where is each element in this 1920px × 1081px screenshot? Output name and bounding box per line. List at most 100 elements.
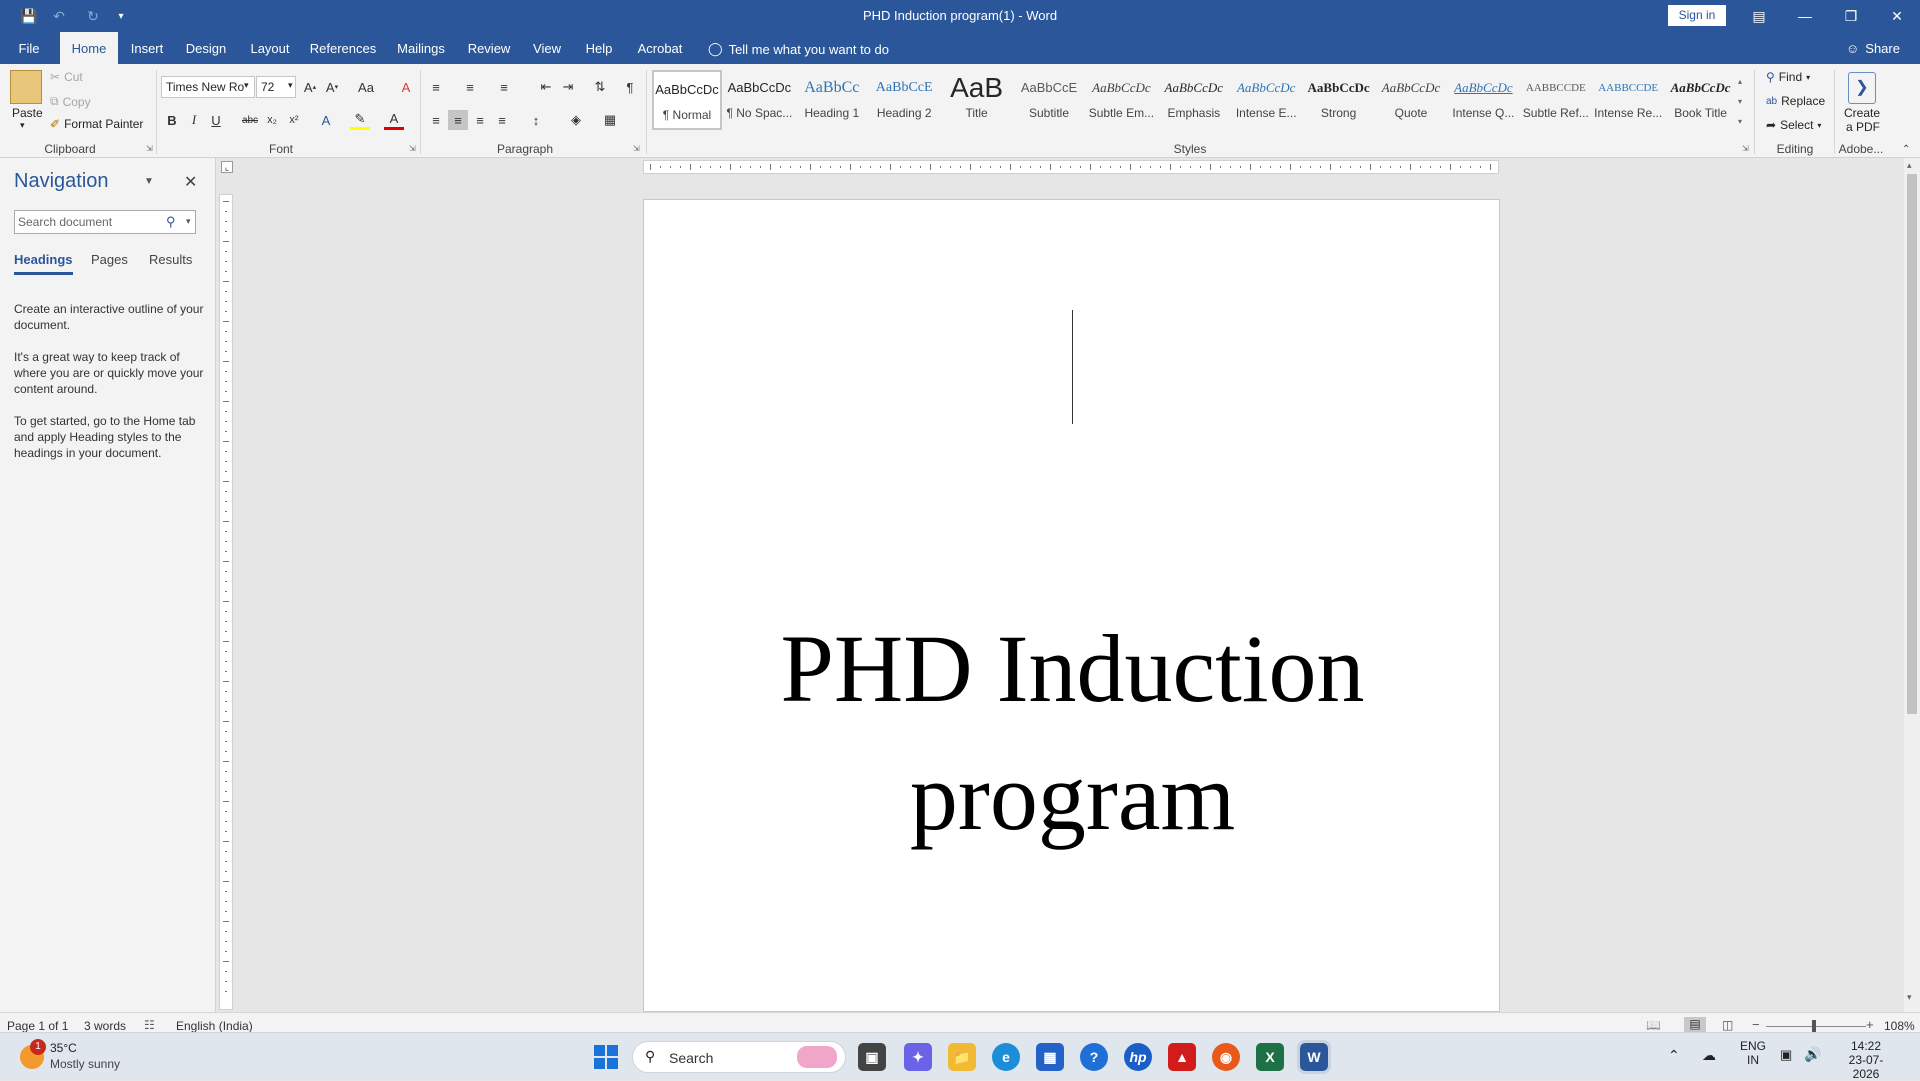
styles-scroll[interactable]: ▴ ▾ ▾ [1734, 72, 1746, 132]
style-heading-2[interactable]: AaBbCcE Heading 2 [869, 70, 939, 130]
subscript-icon[interactable]: x₂ [262, 110, 282, 130]
collapse-ribbon-icon[interactable]: ⌃ [1902, 144, 1910, 155]
style-subtitle[interactable]: AaBbCcE Subtitle [1014, 70, 1084, 130]
hp-icon[interactable]: hp [1124, 1043, 1152, 1071]
create-pdf-icon[interactable]: ❯ [1848, 72, 1876, 104]
paste-dropdown-icon[interactable]: ▾ [20, 120, 25, 131]
decrease-indent-icon[interactable]: ⇤ [536, 77, 556, 97]
superscript-icon[interactable]: x² [284, 110, 304, 130]
justify-icon[interactable]: ≡ [492, 110, 512, 130]
bold-icon[interactable]: B [162, 110, 182, 130]
acrobat-icon[interactable]: ▲ [1168, 1043, 1196, 1071]
task-view-icon[interactable]: ▣ [858, 1043, 886, 1071]
tab-headings[interactable]: Headings [14, 252, 73, 275]
style-strong[interactable]: AaBbCcDc Strong [1304, 70, 1374, 130]
change-case-button[interactable]: Aa [352, 77, 380, 97]
zoom-level[interactable]: 108% [1884, 1019, 1915, 1033]
style-no-spac[interactable]: AaBbCcDc ¶ No Spac... [724, 70, 794, 130]
show-formatting-marks-icon[interactable]: ¶ [620, 77, 640, 97]
italic-icon[interactable]: I [184, 110, 204, 130]
borders-icon[interactable]: ▦ [600, 110, 620, 130]
weather-desc[interactable]: Mostly sunny [50, 1057, 120, 1071]
web-layout-icon[interactable]: ◫ [1722, 1018, 1733, 1032]
vertical-scrollbar[interactable]: ▴ ▾ [1904, 158, 1920, 1012]
document-heading[interactable]: PHD Induction program [644, 605, 1501, 861]
tab-pages[interactable]: Pages [91, 252, 128, 267]
style-heading-1[interactable]: AaBbCc Heading 1 [797, 70, 867, 130]
share-button[interactable]: ☺ Share [1846, 41, 1900, 56]
align-right-icon[interactable]: ≡ [470, 110, 490, 130]
underline-icon[interactable]: U [206, 110, 226, 130]
clipboard-launcher-icon[interactable]: ⇲ [146, 144, 153, 153]
search-icon[interactable]: ⚲ [166, 214, 176, 230]
windows-start-icon[interactable] [594, 1045, 618, 1069]
tab-references[interactable]: References [308, 32, 378, 64]
weather-temp[interactable]: 35°C [50, 1041, 77, 1055]
firefox-icon[interactable]: ◉ [1212, 1043, 1240, 1071]
style-emphasis[interactable]: AaBbCcDc Emphasis [1159, 70, 1229, 130]
style-normal[interactable]: AaBbCcDc ¶ Normal [652, 70, 722, 130]
excel-icon[interactable]: X [1256, 1043, 1284, 1071]
tell-me-search[interactable]: ◯ Tell me what you want to do [708, 41, 889, 57]
zoom-in-icon[interactable]: + [1866, 1017, 1874, 1032]
cut-button[interactable]: ✂ Cut [50, 70, 83, 84]
onedrive-icon[interactable]: ☁ [1702, 1047, 1716, 1064]
align-left-icon[interactable]: ≡ [426, 110, 446, 130]
tab-view[interactable]: View [526, 32, 568, 64]
numbering-icon[interactable]: ≡ [460, 77, 480, 97]
replace-button[interactable]: ab Replace [1766, 94, 1825, 108]
create-pdf-button-line1[interactable]: Create [1844, 106, 1880, 120]
create-pdf-button-line2[interactable]: a PDF [1846, 120, 1880, 134]
font-launcher-icon[interactable]: ⇲ [409, 144, 416, 153]
close-icon[interactable]: ✕ [184, 172, 197, 192]
scroll-up-icon[interactable]: ▴ [1907, 160, 1912, 171]
tab-results[interactable]: Results [149, 252, 192, 267]
bullets-icon[interactable]: ≡ [426, 77, 446, 97]
show-hidden-icons-icon[interactable]: ⌃ [1668, 1047, 1680, 1064]
page-count[interactable]: Page 1 of 1 [7, 1019, 68, 1033]
find-button[interactable]: ⚲ Find ▾ [1766, 70, 1810, 84]
horizontal-ruler[interactable] [643, 160, 1499, 174]
tab-layout[interactable]: Layout [244, 32, 296, 64]
scroll-thumb[interactable] [1907, 174, 1917, 714]
tab-design[interactable]: Design [180, 32, 232, 64]
help-icon[interactable]: ? [1080, 1043, 1108, 1071]
style-book-title[interactable]: AaBbCcDc Book Title [1666, 70, 1736, 130]
network-icon[interactable]: ▣ [1780, 1047, 1792, 1063]
font-color-icon[interactable]: A [384, 110, 404, 130]
zoom-slider[interactable] [1766, 1026, 1866, 1027]
paragraph-launcher-icon[interactable]: ⇲ [633, 144, 640, 153]
language-indicator-taskbar[interactable]: ENG IN [1740, 1039, 1766, 1067]
styles-launcher-icon[interactable]: ⇲ [1742, 144, 1749, 153]
copilot-icon[interactable]: ✦ [904, 1043, 932, 1071]
document-page[interactable]: PHD Induction program [643, 199, 1500, 1012]
minimize-button[interactable]: — [1782, 0, 1828, 32]
word-count[interactable]: 3 words [84, 1019, 126, 1033]
edge-icon[interactable]: e [992, 1043, 1020, 1071]
proofing-icon[interactable]: ☷ [144, 1018, 155, 1032]
format-painter-button[interactable]: ✐ Format Painter [50, 117, 143, 131]
grow-font-icon[interactable]: A ▴ [300, 77, 320, 97]
redo-icon[interactable]: ↻ [82, 6, 104, 26]
clear-formatting-icon[interactable]: A [396, 77, 416, 97]
language-indicator[interactable]: English (India) [176, 1019, 253, 1033]
store-icon[interactable]: ▦ [1036, 1043, 1064, 1071]
tab-selector-icon[interactable]: ⌞ [221, 161, 233, 173]
line-spacing-icon[interactable]: ↕ [526, 110, 546, 130]
save-icon[interactable]: 💾 [18, 6, 40, 26]
shading-icon[interactable]: ◈ [566, 110, 586, 130]
shrink-font-icon[interactable]: A ▾ [322, 77, 342, 97]
style-intense-re[interactable]: AABBCCDE Intense Re... [1593, 70, 1663, 130]
font-size-dropdown-icon[interactable]: ▾ [288, 80, 293, 91]
tab-insert[interactable]: Insert [124, 32, 170, 64]
ribbon-display-options-icon[interactable]: ▤ [1736, 0, 1782, 32]
file-explorer-icon[interactable]: 📁 [948, 1043, 976, 1071]
sign-in-button[interactable]: Sign in [1668, 5, 1726, 26]
clock[interactable]: 14:22 23-07-2026 [1836, 1039, 1896, 1081]
style-intense-q[interactable]: AaBbCcDc Intense Q... [1448, 70, 1518, 130]
select-button[interactable]: ➦ Select ▾ [1766, 118, 1821, 132]
style-title[interactable]: AaB Title [942, 70, 1012, 130]
style-quote[interactable]: AaBbCcDc Quote [1376, 70, 1446, 130]
align-center-icon[interactable]: ≡ [448, 110, 468, 130]
zoom-out-icon[interactable]: − [1752, 1017, 1760, 1032]
